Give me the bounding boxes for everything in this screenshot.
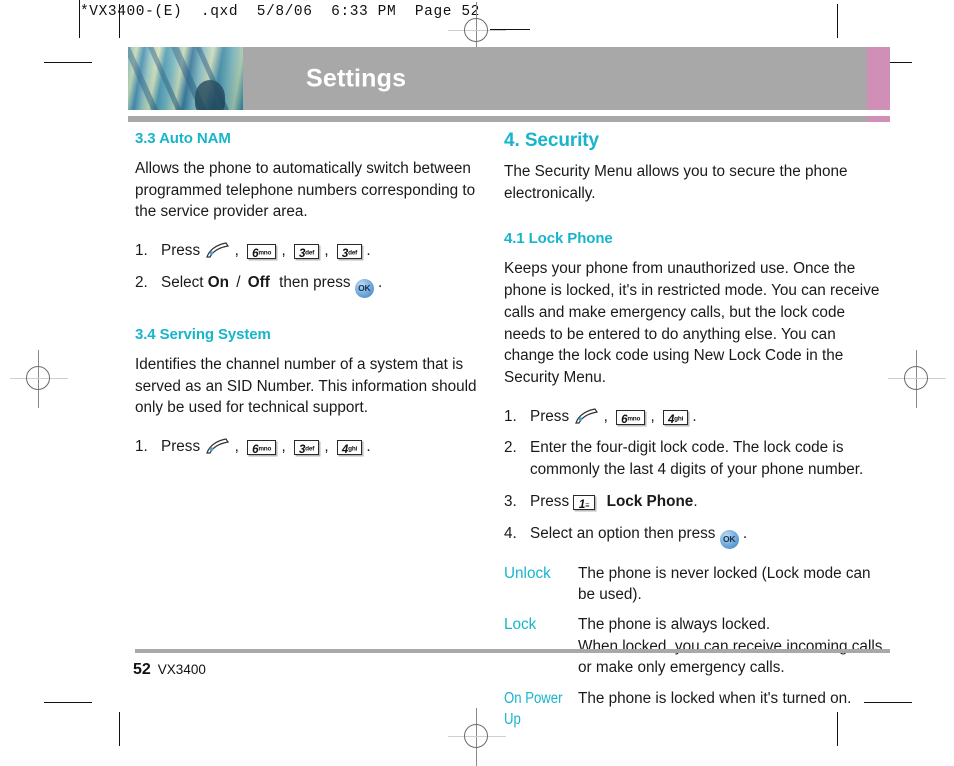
option-desc-on-power-up: The phone is locked when it's turned on. [578, 689, 852, 707]
step-number: 1. [504, 407, 517, 425]
keycap-6mno: 6mno [616, 409, 646, 426]
header-photo [128, 47, 243, 110]
header-accent-bar [867, 47, 890, 110]
step-number: 2. [504, 439, 517, 457]
keycap-6mno: 6mno [247, 244, 277, 260]
keycap-4ghi: 4ghi [336, 440, 363, 456]
send-key-icon [204, 438, 230, 454]
step-period: . [693, 492, 698, 510]
footer: 52 VX3400 [133, 661, 206, 679]
keycap-4ghi: 4ghi [662, 409, 689, 426]
ok-key-icon: OK [354, 278, 374, 298]
lock-options-list: Unlock The phone is never locked (Lock m… [504, 563, 890, 731]
option-term-lock: Lock [504, 616, 537, 634]
section-heading-lock-phone: 4.1 Lock Phone [504, 230, 613, 248]
section-body-auto-nam: Allows the phone to automatically switch… [135, 160, 476, 221]
lock-phone-label: Lock Phone [606, 492, 694, 510]
option-separator: / [236, 273, 241, 291]
option-term-unlock: Unlock [504, 564, 551, 582]
step-verb: Select an option then press [530, 524, 716, 542]
step-period: . [742, 524, 748, 542]
left-column: 3.3 Auto NAM Allows the phone to automat… [135, 130, 495, 468]
footer-rule [135, 649, 890, 653]
step-item: 1. Press , 6mno , 3def , 3def . [135, 240, 495, 262]
steps-serving-system: 1. Press , 6mno , 3def , 4ghi . [135, 436, 495, 458]
header-subbar [128, 116, 890, 122]
option-off-label: Off [247, 273, 270, 291]
step-comma: , [281, 242, 286, 260]
step-comma: , [234, 242, 239, 260]
option-on-label: On [207, 273, 230, 291]
manual-page: Settings 3.3 Auto NAM Allows the phone t… [0, 0, 954, 764]
step-comma: , [324, 438, 329, 456]
page-number: 52 [133, 661, 151, 678]
list-item: On Power Up The phone is locked when it'… [504, 688, 890, 731]
step-then-press: then press [279, 273, 351, 291]
keycap-3def: 3def [293, 440, 320, 456]
option-desc-unlock: The phone is never locked (Lock mode can… [578, 564, 871, 604]
page-header-band: Settings [128, 47, 890, 110]
list-item: Lock The phone is always locked. When lo… [504, 614, 890, 678]
keycap-1-voicemail: 1☰ [573, 494, 596, 511]
step-number: 3. [504, 492, 517, 510]
step-number: 1. [135, 438, 148, 456]
step-number: 2. [135, 273, 148, 291]
list-item: Unlock The phone is never locked (Lock m… [504, 563, 890, 606]
step-item: 1. Press , 6mno , 3def , 4ghi . [135, 436, 495, 458]
step-period: . [366, 438, 371, 456]
step-verb: Press [161, 438, 201, 456]
step-verb: Select [161, 273, 204, 291]
step-number: 1. [135, 242, 148, 260]
section-body-serving-system: Identifies the channel number of a syste… [135, 355, 477, 417]
step-verb: Press [530, 407, 570, 425]
step-item: 4. Select an option then press OK . [504, 523, 890, 549]
step-period: . [692, 407, 697, 425]
step-verb: Press [161, 242, 201, 260]
step-item: 3. Press 1☰ Lock Phone. [504, 491, 890, 513]
keycap-3def: 3def [336, 244, 363, 260]
page-title: Settings [306, 64, 407, 92]
keycap-6mno: 6mno [247, 440, 277, 456]
step-text: Enter the four-digit lock code. The lock… [530, 439, 864, 479]
keycap-3def: 3def [293, 244, 320, 260]
section-heading-security: 4. Security [504, 130, 600, 151]
step-verb: Press [530, 492, 570, 510]
step-item: 2. Select On / Off then press OK . [135, 272, 495, 298]
step-comma: , [324, 242, 329, 260]
send-key-icon [204, 242, 230, 258]
steps-lock-phone: 1. Press , 6mno , 4ghi . 2. Enter the fo… [504, 406, 890, 549]
section-body-security: The Security Menu allows you to secure t… [504, 163, 848, 202]
send-key-icon [573, 408, 599, 424]
step-item: 2. Enter the four-digit lock code. The l… [504, 437, 890, 480]
model-name: VX3400 [157, 662, 206, 677]
step-period: . [366, 242, 371, 260]
step-comma: , [234, 438, 239, 456]
header-subbar-accent [867, 116, 890, 122]
section-body-lock-phone: Keeps your phone from unauthorized use. … [504, 260, 880, 387]
ok-key-icon: OK [719, 529, 739, 549]
option-term-on-power-up: On Power Up [504, 689, 563, 729]
step-comma: , [650, 407, 655, 425]
section-heading-serving-system: 3.4 Serving System [135, 325, 271, 343]
step-comma: , [603, 407, 608, 425]
step-item: 1. Press , 6mno , 4ghi . [504, 406, 890, 428]
step-number: 4. [504, 524, 517, 542]
steps-auto-nam: 1. Press , 6mno , 3def , 3def . 2. Selec… [135, 240, 495, 298]
step-comma: , [281, 438, 286, 456]
section-heading-auto-nam: 3.3 Auto NAM [135, 130, 231, 147]
option-desc-lock: The phone is always locked. When locked,… [578, 616, 883, 677]
step-period: . [378, 273, 383, 291]
